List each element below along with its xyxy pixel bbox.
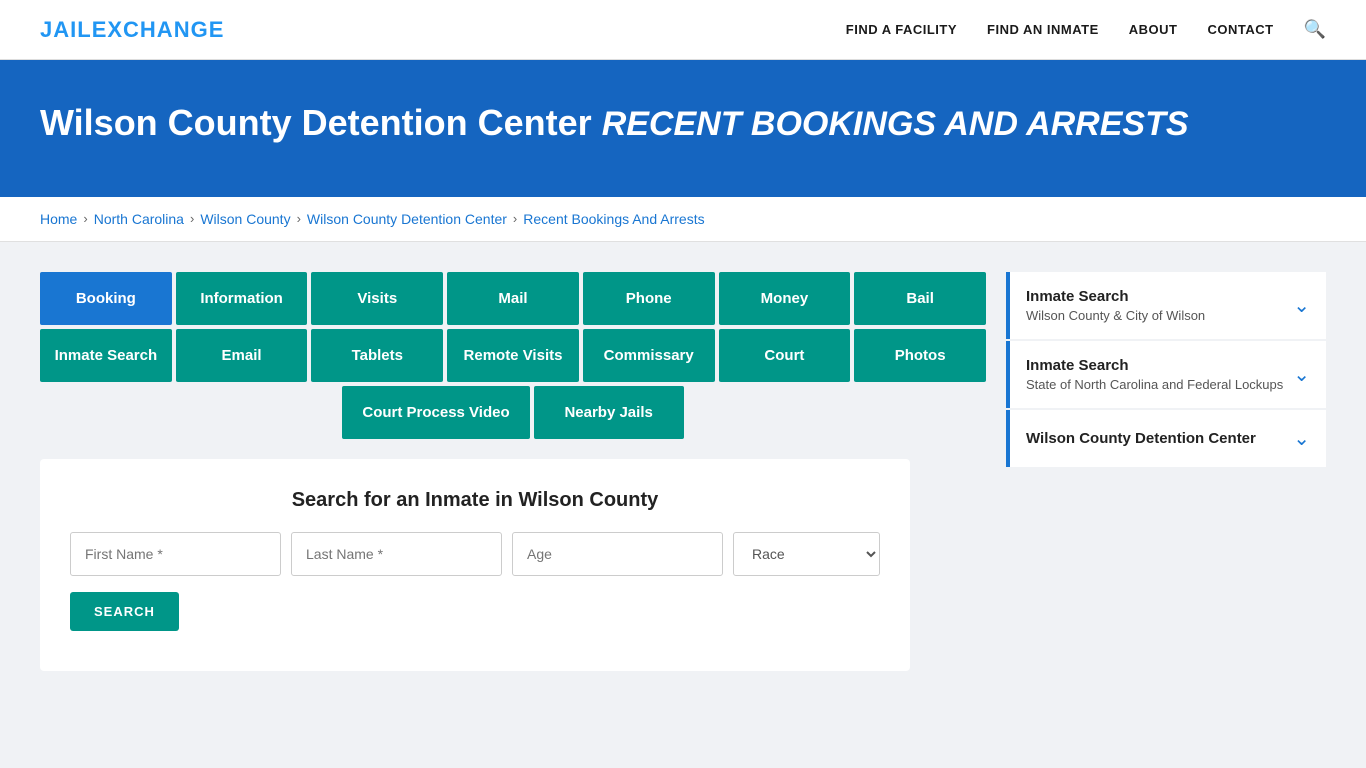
tab-information[interactable]: Information <box>176 272 308 325</box>
tab-remote-visits[interactable]: Remote Visits <box>447 329 579 382</box>
tab-visits[interactable]: Visits <box>311 272 443 325</box>
sidebar: Inmate Search Wilson County & City of Wi… <box>1006 272 1326 469</box>
nav-find-facility[interactable]: FIND A FACILITY <box>846 22 957 37</box>
tab-tablets[interactable]: Tablets <box>311 329 443 382</box>
search-panel: Search for an Inmate in Wilson County Ra… <box>40 459 910 671</box>
tab-photos[interactable]: Photos <box>854 329 986 382</box>
tab-money[interactable]: Money <box>719 272 851 325</box>
site-logo[interactable]: JAILEXCHANGE <box>40 17 224 43</box>
tabs-row-1: Booking Information Visits Mail Phone Mo… <box>40 272 986 325</box>
tab-mail[interactable]: Mail <box>447 272 579 325</box>
breadcrumb-sep-3: › <box>297 211 301 226</box>
breadcrumb-nc[interactable]: North Carolina <box>94 211 184 227</box>
sidebar-item-nc-federal[interactable]: Inmate Search State of North Carolina an… <box>1006 341 1326 408</box>
last-name-input[interactable] <box>291 532 502 576</box>
sidebar-item-wilson-city-subtitle: Wilson County & City of Wilson <box>1026 308 1205 323</box>
age-input[interactable] <box>512 532 723 576</box>
tabs-row-3: Court Process Video Nearby Jails <box>40 386 986 439</box>
tab-bail[interactable]: Bail <box>854 272 986 325</box>
search-panel-title: Search for an Inmate in Wilson County <box>70 489 880 512</box>
race-select[interactable]: Race White Black Hispanic Asian Other <box>733 532 880 576</box>
search-button[interactable]: SEARCH <box>70 592 179 631</box>
breadcrumb: Home › North Carolina › Wilson County › … <box>0 197 1366 242</box>
sidebar-item-detention-title: Wilson County Detention Center <box>1026 430 1256 447</box>
search-fields: Race White Black Hispanic Asian Other <box>70 532 880 576</box>
breadcrumb-sep-1: › <box>83 211 87 226</box>
content-area: Booking Information Visits Mail Phone Mo… <box>40 272 986 671</box>
sidebar-item-nc-federal-title: Inmate Search <box>1026 357 1283 374</box>
first-name-input[interactable] <box>70 532 281 576</box>
breadcrumb-current: Recent Bookings And Arrests <box>523 211 704 227</box>
main-nav: FIND A FACILITY FIND AN INMATE ABOUT CON… <box>846 19 1326 40</box>
sidebar-item-nc-federal-subtitle: State of North Carolina and Federal Lock… <box>1026 377 1283 392</box>
chevron-down-icon-2: ⌄ <box>1293 362 1310 387</box>
breadcrumb-sep-4: › <box>513 211 517 226</box>
nav-contact[interactable]: CONTACT <box>1207 22 1273 37</box>
sidebar-item-wilson-city[interactable]: Inmate Search Wilson County & City of Wi… <box>1006 272 1326 339</box>
hero-section: Wilson County Detention Center RECENT BO… <box>0 60 1366 197</box>
sidebar-item-detention-center[interactable]: Wilson County Detention Center ⌄ <box>1006 410 1326 467</box>
tab-nearby-jails[interactable]: Nearby Jails <box>534 386 684 439</box>
tabs-row-2: Inmate Search Email Tablets Remote Visit… <box>40 329 986 382</box>
tab-court-process-video[interactable]: Court Process Video <box>342 386 529 439</box>
chevron-down-icon-1: ⌄ <box>1293 293 1310 318</box>
sidebar-item-wilson-city-text: Inmate Search Wilson County & City of Wi… <box>1026 288 1205 323</box>
chevron-down-icon-3: ⌄ <box>1293 426 1310 451</box>
site-header: JAILEXCHANGE FIND A FACILITY FIND AN INM… <box>0 0 1366 60</box>
sidebar-item-wilson-city-title: Inmate Search <box>1026 288 1205 305</box>
page-title: Wilson County Detention Center RECENT BO… <box>40 100 1326 147</box>
sidebar-item-nc-federal-text: Inmate Search State of North Carolina an… <box>1026 357 1283 392</box>
main-content: Booking Information Visits Mail Phone Mo… <box>0 242 1366 701</box>
tab-inmate-search[interactable]: Inmate Search <box>40 329 172 382</box>
nav-about[interactable]: ABOUT <box>1129 22 1178 37</box>
breadcrumb-wilson-county[interactable]: Wilson County <box>200 211 290 227</box>
tab-court[interactable]: Court <box>719 329 851 382</box>
tab-phone[interactable]: Phone <box>583 272 715 325</box>
tab-commissary[interactable]: Commissary <box>583 329 715 382</box>
tab-booking[interactable]: Booking <box>40 272 172 325</box>
breadcrumb-sep-2: › <box>190 211 194 226</box>
tab-email[interactable]: Email <box>176 329 308 382</box>
breadcrumb-home[interactable]: Home <box>40 211 77 227</box>
logo-exchange: EXCHANGE <box>92 17 225 42</box>
header-search-icon[interactable]: 🔍 <box>1304 19 1326 40</box>
breadcrumb-detention-center[interactable]: Wilson County Detention Center <box>307 211 507 227</box>
logo-jail: JAIL <box>40 17 92 42</box>
nav-find-inmate[interactable]: FIND AN INMATE <box>987 22 1099 37</box>
